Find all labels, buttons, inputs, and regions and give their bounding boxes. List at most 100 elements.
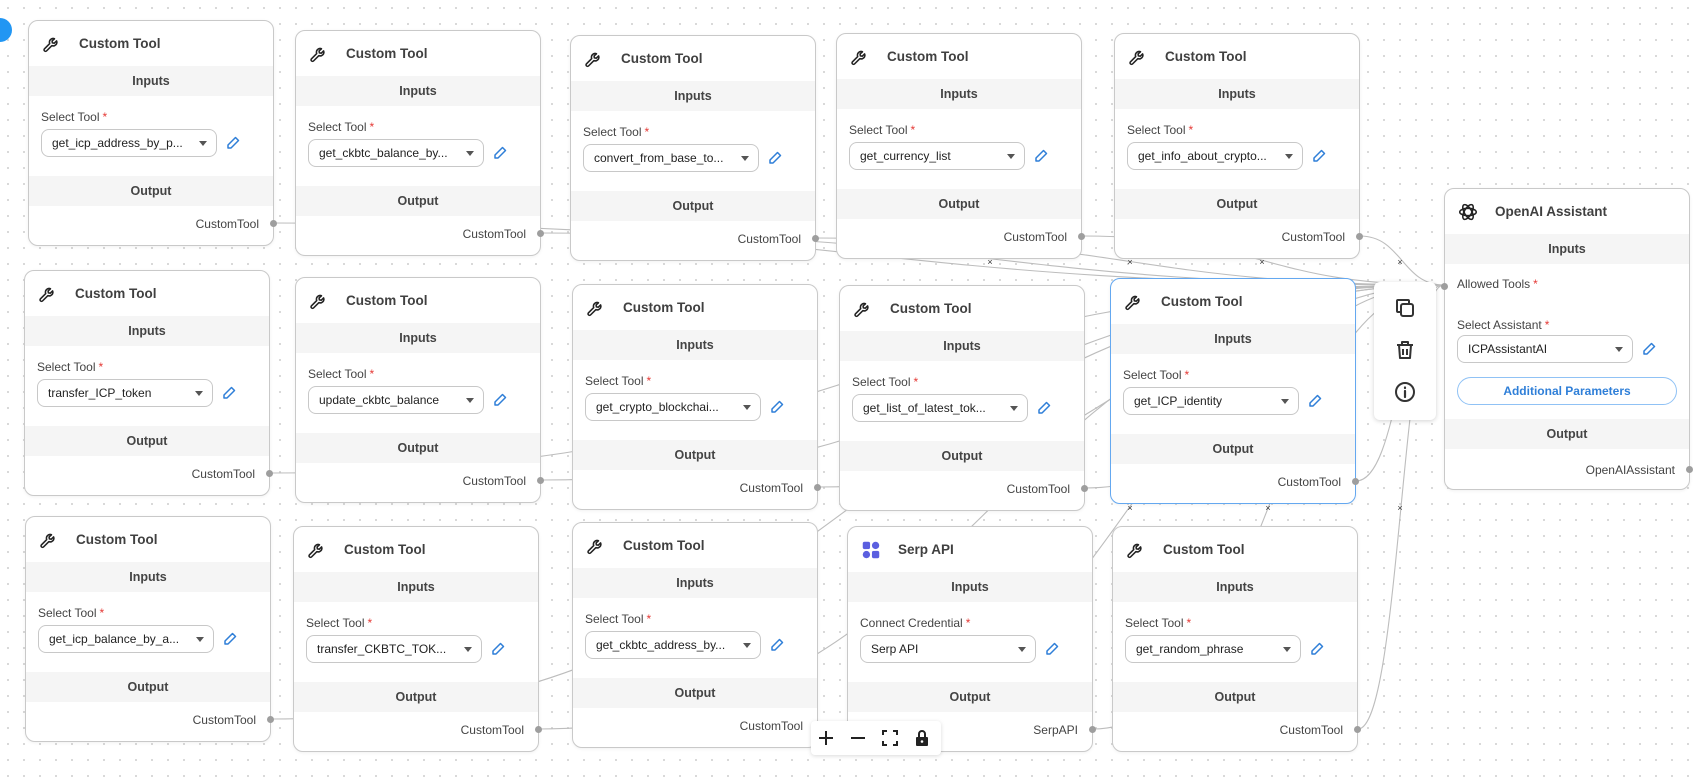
edge-delete-icon[interactable]: × [1395, 503, 1405, 513]
wrench-icon [1129, 50, 1144, 66]
edit-icon[interactable] [1033, 146, 1051, 164]
tool-select[interactable]: update_ckbtc_balance [308, 386, 484, 414]
edit-icon[interactable] [221, 383, 239, 401]
custom-tool-node[interactable]: Custom Tool Inputs Select Tool * get_list… [839, 285, 1088, 511]
custom-tool-node[interactable]: Custom Tool Inputs Select Tool * update_c… [295, 277, 544, 503]
additional-parameters-button[interactable]: Additional Parameters [1457, 377, 1677, 405]
output-handle[interactable] [814, 484, 821, 491]
output-handle[interactable] [1089, 726, 1096, 733]
custom-tool-node[interactable]: Custom Tool Inputs Select Tool * get_info… [1114, 33, 1363, 259]
inputs-section-header: Inputs [573, 568, 817, 598]
custom-tool-node[interactable]: Custom Tool Inputs Select Tool * get_rand… [1112, 526, 1361, 752]
select-tool-label: Select Tool * [849, 123, 915, 137]
chevron-down-icon [743, 643, 751, 648]
output-handle[interactable] [812, 235, 819, 242]
node-header: Custom Tool [840, 286, 1084, 330]
edge-delete-icon[interactable]: × [985, 257, 995, 267]
output-section-header: Output [1111, 434, 1355, 464]
info-icon[interactable] [1393, 380, 1417, 404]
edge-delete-icon[interactable]: × [1257, 257, 1267, 267]
select-tool-label: Select Tool * [306, 616, 372, 630]
edge-delete-icon[interactable]: × [1125, 257, 1135, 267]
tool-select[interactable]: get_ckbtc_address_by... [585, 631, 761, 659]
fit-view-icon[interactable] [879, 727, 901, 749]
node-title: Custom Tool [75, 286, 157, 301]
edge-delete-icon[interactable]: × [1263, 503, 1273, 513]
openai-assistant-node[interactable]: OpenAI Assistant Inputs Allowed Tools * S… [1441, 188, 1693, 490]
copy-icon[interactable] [1393, 296, 1417, 320]
output-handle[interactable] [1352, 478, 1359, 485]
edit-icon[interactable] [769, 635, 787, 653]
tool-select[interactable]: convert_from_base_to... [583, 144, 759, 172]
chevron-down-icon [1281, 399, 1289, 404]
select-tool-label: Select Tool * [585, 374, 651, 388]
output-name: CustomTool [737, 232, 801, 246]
edge-delete-icon[interactable]: × [1395, 257, 1405, 267]
wrench-icon [40, 533, 55, 549]
tool-select[interactable]: transfer_ICP_token [37, 379, 213, 407]
edit-icon[interactable] [1036, 398, 1054, 416]
custom-tool-node[interactable]: Custom Tool Inputs Select Tool * get_icp_… [28, 20, 277, 246]
output-handle[interactable] [1078, 233, 1085, 240]
output-handle[interactable] [270, 220, 277, 227]
tool-select[interactable]: get_random_phrase [1125, 635, 1301, 663]
edit-icon[interactable] [767, 148, 785, 166]
edit-icon[interactable] [490, 639, 508, 657]
credential-select[interactable]: Serp API [860, 635, 1036, 663]
tool-select[interactable]: get_currency_list [849, 142, 1025, 170]
edit-icon[interactable] [222, 629, 240, 647]
serp-api-node[interactable]: Serp API Inputs Connect Credential * Serp… [847, 526, 1096, 752]
edit-icon[interactable] [769, 397, 787, 415]
custom-tool-node[interactable]: Custom Tool Inputs Select Tool * transfer… [24, 270, 273, 496]
select-value: transfer_CKBTC_TOK... [317, 642, 447, 656]
output-handle[interactable] [537, 230, 544, 237]
custom-tool-node[interactable]: Custom Tool Inputs Select Tool * get_curr… [836, 33, 1085, 259]
custom-tool-node[interactable]: Custom Tool Inputs Select Tool * get_ckbt… [572, 522, 821, 748]
edit-icon[interactable] [1311, 146, 1329, 164]
select-tool-label: Select Tool * [308, 120, 374, 134]
custom-tool-node[interactable]: Custom Tool Inputs Select Tool * get_cryp… [572, 284, 821, 510]
output-handle[interactable] [1356, 233, 1363, 240]
custom-tool-node[interactable]: Custom Tool Inputs Select Tool * transfer… [293, 526, 542, 752]
output-handle[interactable] [1081, 485, 1088, 492]
edit-icon[interactable] [1641, 339, 1659, 357]
output-handle[interactable] [1354, 726, 1361, 733]
output-handle[interactable] [266, 470, 273, 477]
edit-icon[interactable] [1309, 639, 1327, 657]
required-mark: * [1184, 368, 1190, 382]
zoom-in-icon[interactable] [815, 727, 837, 749]
tool-select[interactable]: transfer_CKBTC_TOK... [306, 635, 482, 663]
tool-select[interactable]: get_list_of_latest_tok... [852, 394, 1028, 422]
edit-icon[interactable] [1044, 639, 1062, 657]
delete-icon[interactable] [1393, 338, 1417, 362]
edit-icon[interactable] [492, 143, 510, 161]
lock-icon[interactable] [911, 727, 933, 749]
output-handle[interactable] [537, 477, 544, 484]
tool-select[interactable]: get_icp_balance_by_a... [38, 625, 214, 653]
output-handle[interactable] [1686, 466, 1693, 473]
edge-delete-icon[interactable]: × [1125, 503, 1135, 513]
tool-select[interactable]: get_ckbtc_balance_by... [308, 139, 484, 167]
inputs-section-header: Inputs [571, 81, 815, 111]
tool-select[interactable]: get_icp_address_by_p... [41, 129, 217, 157]
tool-select[interactable]: get_crypto_blockchai... [585, 393, 761, 421]
select-value: get_info_about_crypto... [1138, 149, 1267, 163]
edit-icon[interactable] [492, 390, 510, 408]
custom-tool-node[interactable]: Custom Tool Inputs Select Tool * get_icp_… [25, 516, 274, 742]
zoom-out-icon[interactable] [847, 727, 869, 749]
input-handle[interactable] [1441, 283, 1448, 290]
edit-icon[interactable] [1307, 391, 1325, 409]
required-mark: * [102, 110, 108, 124]
custom-tool-node[interactable]: Custom Tool Inputs Select Tool * convert_… [570, 35, 819, 261]
output-handle[interactable] [267, 716, 274, 723]
custom-tool-node[interactable]: Custom Tool Inputs Select Tool * get_ckbt… [295, 30, 544, 256]
wrench-icon [851, 50, 866, 66]
output-section-header: Output [29, 176, 273, 206]
edit-icon[interactable] [225, 133, 243, 151]
node-title: Custom Tool [1161, 294, 1243, 309]
custom-tool-node[interactable]: Custom Tool Inputs Select Tool * get_ICP_… [1110, 278, 1359, 504]
tool-select[interactable]: get_ICP_identity [1123, 387, 1299, 415]
assistant-select[interactable]: ICPAssistantAI [1457, 335, 1633, 363]
tool-select[interactable]: get_info_about_crypto... [1127, 142, 1303, 170]
output-handle[interactable] [535, 726, 542, 733]
